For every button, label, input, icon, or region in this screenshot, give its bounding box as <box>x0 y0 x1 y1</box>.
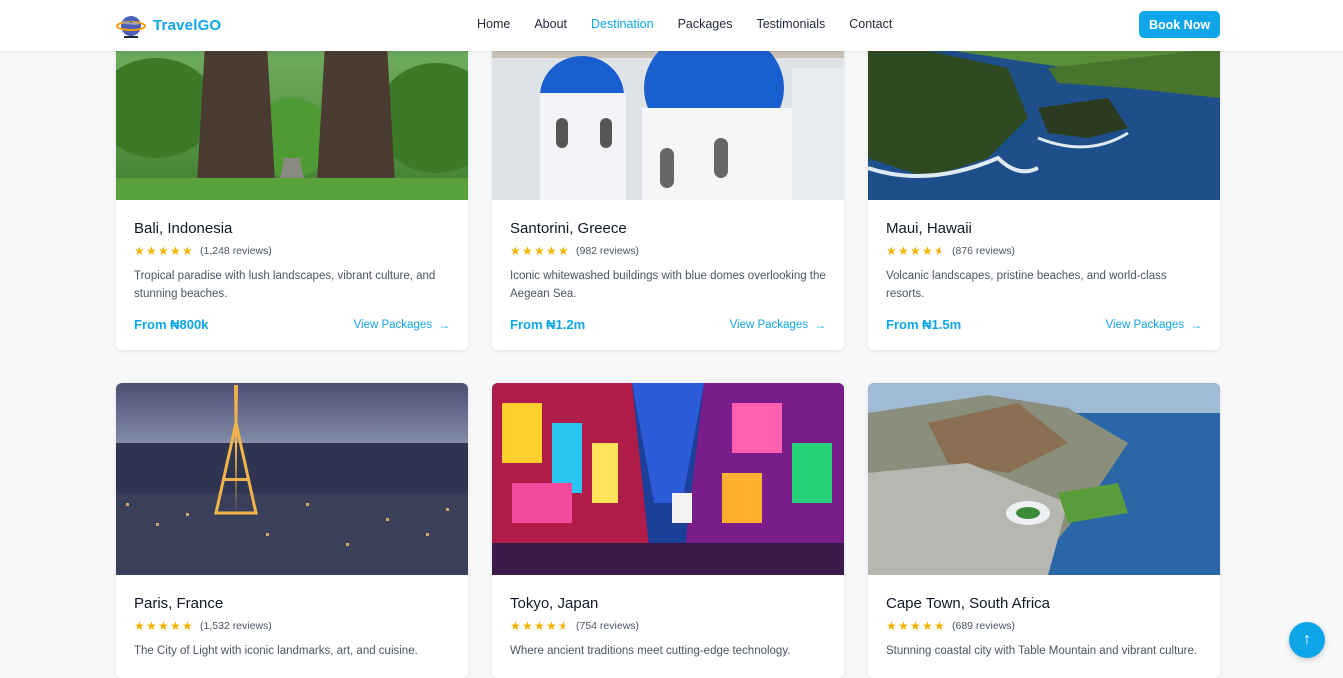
star-icon: ★ <box>510 244 521 258</box>
nav-link-about[interactable]: About <box>534 17 567 31</box>
destination-card-cape-town[interactable]: Cape Town, South Africa ★ ★ ★ ★ ★ (689 revie… <box>868 383 1220 678</box>
star-icon: ★ <box>534 619 545 633</box>
review-count: (754 reviews) <box>576 620 640 632</box>
scroll-to-top-button[interactable]: ↑ <box>1289 622 1325 658</box>
destination-description: The City of Light with iconic landmarks,… <box>134 645 418 657</box>
star-icon: ★ <box>170 619 181 633</box>
star-icon: ★ <box>134 619 145 633</box>
review-count: (982 reviews) <box>576 245 640 257</box>
destination-card-santorini[interactable]: Santorini, Greece ★ ★ ★ ★ ★ (982 reviews) Ic… <box>492 8 844 350</box>
view-packages-link[interactable]: View Packages → <box>730 318 826 332</box>
star-icon: ★ <box>170 244 181 258</box>
rating: ★ ★ ★ ★ ★ (1,248 reviews) <box>134 245 450 257</box>
star-icon: ★ <box>158 244 169 258</box>
price: From ₦800k <box>134 317 209 332</box>
view-packages-label: View Packages <box>353 318 432 331</box>
star-icon: ★ <box>182 244 193 258</box>
star-icon: ★ <box>158 619 169 633</box>
star-icon: ★ <box>182 619 193 633</box>
star-icon: ★ <box>910 619 921 633</box>
star-icon: ★ <box>134 244 145 258</box>
destination-description: Stunning coastal city with Table Mountai… <box>886 645 1198 657</box>
nav-menu: Home About Destination Packages Testimon… <box>477 17 916 31</box>
cape-town-aerial-image <box>868 383 1220 575</box>
destination-card-maui[interactable]: Maui, Hawaii ★ ★ ★ ★ ★ (876 reviews) Volcani… <box>868 8 1220 350</box>
paris-eiffel-night-image <box>116 383 468 575</box>
star-rating: ★ ★ ★ ★ ★ <box>134 620 194 632</box>
star-icon: ★ <box>522 244 533 258</box>
star-icon: ★ <box>510 619 521 633</box>
destination-description: Iconic whitewashed buildings with blue d… <box>510 270 826 300</box>
star-icon: ★ <box>546 619 557 633</box>
review-count: (876 reviews) <box>952 245 1016 257</box>
price: From ₦1.2m <box>510 317 586 332</box>
rating: ★ ★ ★ ★ ★ (1,532 reviews) <box>134 620 450 632</box>
arrow-right-icon: → <box>438 317 450 332</box>
view-packages-link[interactable]: View Packages → <box>354 318 450 332</box>
view-packages-label: View Packages <box>729 318 808 331</box>
nav-link-packages[interactable]: Packages <box>678 17 733 31</box>
star-icon: ★ <box>886 619 897 633</box>
nav-link-contact[interactable]: Contact <box>849 17 892 31</box>
navbar: TravelGO Home About Destination Packages… <box>0 0 1343 51</box>
book-now-button[interactable]: Book Now <box>1139 11 1220 38</box>
destination-title: Tokyo, Japan <box>510 595 599 612</box>
star-rating: ★ ★ ★ ★ ★ <box>134 245 194 257</box>
brand-logo[interactable]: TravelGO <box>115 9 221 41</box>
destination-title: Bali, Indonesia <box>134 220 233 237</box>
destination-card-tokyo[interactable]: Tokyo, Japan ★ ★ ★ ★ ★ (754 reviews) Where a… <box>492 383 844 678</box>
destination-title: Cape Town, South Africa <box>886 595 1050 612</box>
star-rating: ★ ★ ★ ★ ★ <box>886 245 946 257</box>
arrow-right-icon: → <box>1190 317 1202 332</box>
airplane-globe-logo-icon <box>116 16 146 38</box>
star-icon: ★ <box>146 244 157 258</box>
star-icon: ★ <box>898 244 909 258</box>
price: From ₦1.5m <box>886 317 962 332</box>
star-rating: ★ ★ ★ ★ ★ <box>510 620 570 632</box>
star-icon: ★ <box>898 619 909 633</box>
view-packages-label: View Packages <box>1105 318 1184 331</box>
arrow-up-icon: ↑ <box>1303 631 1311 648</box>
star-icon: ★ <box>558 244 569 258</box>
star-rating: ★ ★ ★ ★ ★ <box>510 245 570 257</box>
brand-name: TravelGO <box>153 16 222 34</box>
rating: ★ ★ ★ ★ ★ (982 reviews) <box>510 245 826 257</box>
view-packages-link[interactable]: View Packages → <box>1106 318 1202 332</box>
star-icon: ★ <box>922 619 933 633</box>
star-rating: ★ ★ ★ ★ ★ <box>886 620 946 632</box>
nav-link-destination[interactable]: Destination <box>591 17 654 31</box>
star-icon: ★ <box>934 619 945 633</box>
nav-link-home[interactable]: Home <box>477 17 510 31</box>
review-count: (689 reviews) <box>952 620 1016 632</box>
destination-title: Maui, Hawaii <box>886 220 972 237</box>
star-icon: ★ <box>146 619 157 633</box>
review-count: (1,532 reviews) <box>200 620 272 632</box>
tokyo-neon-street-image <box>492 383 844 575</box>
destination-description: Where ancient traditions meet cutting-ed… <box>510 645 791 657</box>
star-icon: ★ <box>922 244 933 258</box>
star-icon: ★ <box>910 244 921 258</box>
destination-card-paris[interactable]: Paris, France ★ ★ ★ ★ ★ (1,532 reviews) The … <box>116 383 468 678</box>
star-half-icon: ★ <box>558 619 569 633</box>
star-icon: ★ <box>522 619 533 633</box>
rating: ★ ★ ★ ★ ★ (754 reviews) <box>510 620 826 632</box>
destination-title: Santorini, Greece <box>510 220 627 237</box>
star-icon: ★ <box>534 244 545 258</box>
star-icon: ★ <box>546 244 557 258</box>
destination-description: Volcanic landscapes, pristine beaches, a… <box>886 270 1167 300</box>
destination-description: Tropical paradise with lush landscapes, … <box>134 270 436 300</box>
rating: ★ ★ ★ ★ ★ (689 reviews) <box>886 620 1202 632</box>
star-half-icon: ★ <box>934 244 945 258</box>
destination-card-bali[interactable]: Bali, Indonesia ★ ★ ★ ★ ★ (1,248 reviews) Tr… <box>116 8 468 350</box>
star-icon: ★ <box>886 244 897 258</box>
arrow-right-icon: → <box>814 317 826 332</box>
rating: ★ ★ ★ ★ ★ (876 reviews) <box>886 245 1202 257</box>
destination-title: Paris, France <box>134 595 224 612</box>
nav-link-testimonials[interactable]: Testimonials <box>756 17 825 31</box>
review-count: (1,248 reviews) <box>200 245 272 257</box>
